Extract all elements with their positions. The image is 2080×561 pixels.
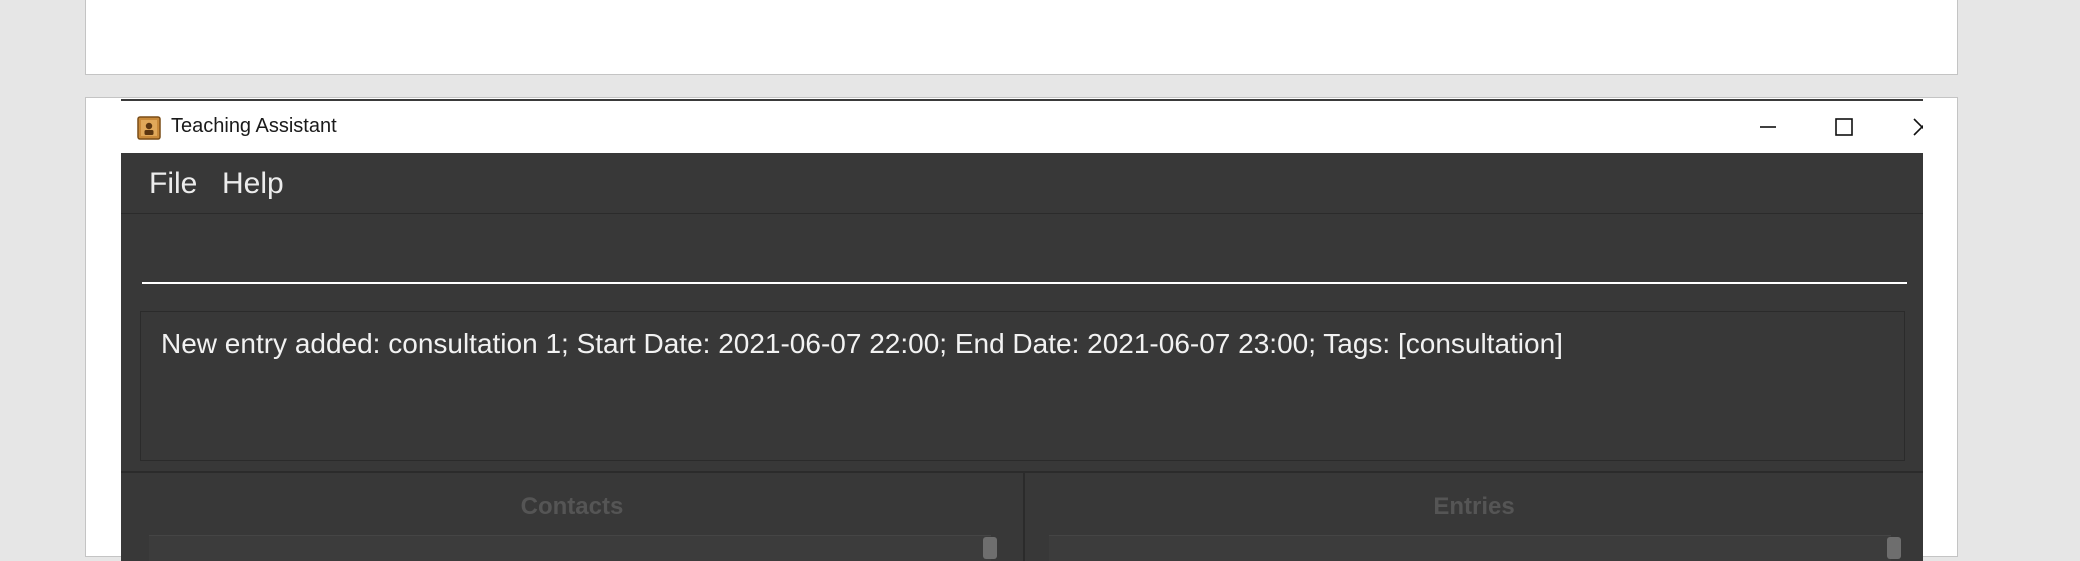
- maximize-icon: [1835, 118, 1853, 136]
- background-document-page: [85, 0, 1958, 75]
- app-icon: [137, 116, 161, 140]
- window-title: Teaching Assistant: [171, 115, 337, 137]
- menu-bar: File Help: [121, 153, 1923, 214]
- close-icon: [1913, 118, 1923, 136]
- entries-list[interactable]: [1049, 535, 1891, 561]
- contacts-scrollbar[interactable]: [983, 537, 997, 559]
- close-button[interactable]: [1887, 101, 1923, 153]
- panels-area: Contacts Entries: [121, 471, 1923, 561]
- maximize-button[interactable]: [1809, 101, 1879, 153]
- result-display: New entry added: consultation 1; Start D…: [140, 311, 1905, 461]
- title-bar[interactable]: Teaching Assistant: [121, 101, 1923, 153]
- minimize-button[interactable]: [1733, 101, 1803, 153]
- command-area: New entry added: consultation 1; Start D…: [121, 214, 1923, 461]
- minimize-icon: [1760, 126, 1776, 128]
- app-window: Teaching Assistant File Help New entry a…: [121, 99, 1923, 561]
- menu-file[interactable]: File: [149, 167, 197, 201]
- contacts-list[interactable]: [149, 535, 991, 561]
- entries-scrollbar[interactable]: [1887, 537, 1901, 559]
- result-message: New entry added: consultation 1; Start D…: [161, 328, 1563, 359]
- menu-help[interactable]: Help: [222, 167, 284, 201]
- entries-panel-title: Entries: [1433, 493, 1515, 520]
- entries-panel: Entries: [1025, 473, 1923, 561]
- contacts-panel-title: Contacts: [520, 493, 624, 520]
- command-input[interactable]: [142, 230, 1907, 284]
- contacts-panel: Contacts: [121, 473, 1023, 561]
